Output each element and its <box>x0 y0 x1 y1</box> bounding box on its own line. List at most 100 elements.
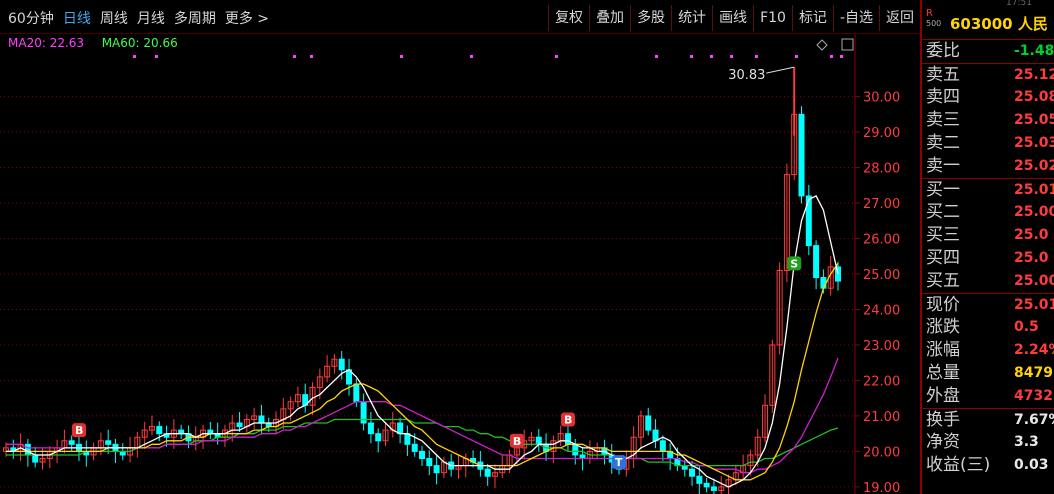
quote-value: 25.02 <box>1014 158 1054 174</box>
period-tab-1[interactable]: 日线 <box>63 11 91 27</box>
quote-row: 卖一 25.02 <box>922 155 1054 178</box>
quote-label: 涨跌 <box>926 317 960 337</box>
y-tick-label: 22.00 <box>863 374 900 389</box>
candle-body <box>353 383 360 403</box>
quote-label: 买五 <box>926 271 960 291</box>
kline-chart[interactable]: MA20: 22.63 MA60: 20.66 30.00 29.00 28.00 2… <box>0 34 920 494</box>
sell-marker-text: S <box>790 257 798 270</box>
quote-label: 卖三 <box>926 110 960 130</box>
y-tick-label: 20.00 <box>863 445 900 460</box>
quote-row: 卖二 25.03 <box>922 132 1054 155</box>
toolbar-button-7[interactable]: -自选 <box>832 5 879 31</box>
period-tab-4[interactable]: 多周期 <box>174 11 216 27</box>
quote-label: 委比 <box>926 41 960 61</box>
event-dot <box>555 55 558 58</box>
period-tab-0[interactable]: 60分钟 <box>8 11 54 27</box>
quote-row: 卖五 25.12 <box>922 63 1054 86</box>
candle-body <box>710 486 717 491</box>
candle-body <box>397 422 404 435</box>
diamond-icon[interactable] <box>816 39 828 51</box>
candle-body <box>426 458 433 467</box>
y-tick-label: 30.00 <box>863 91 900 106</box>
quote-row: 净资 3.3 <box>922 431 1054 454</box>
quote-row: 卖四 25.08 <box>922 86 1054 109</box>
quote-value: 25.03 <box>1014 135 1054 151</box>
quote-value: 25.0 <box>1014 227 1049 243</box>
quote-row: 买三 25.0 <box>922 224 1054 247</box>
candle-body <box>813 245 820 279</box>
toolbar-buttons: 复权 叠加 多股 统计 画线 F10 标记 -自选 返回 <box>548 5 920 31</box>
buy-marker-text: B <box>564 413 572 426</box>
y-tick-label: 27.00 <box>863 197 900 212</box>
quote-row: 外盘 47321 <box>922 385 1054 408</box>
toolbar-button-2[interactable]: 多股 <box>630 5 671 31</box>
toolbar-button-1[interactable]: 叠加 <box>589 5 630 31</box>
event-dot <box>655 55 658 58</box>
candle-body <box>338 358 345 371</box>
period-tab-2[interactable]: 周线 <box>100 11 128 27</box>
candle-body <box>652 429 659 442</box>
quote-value: 47321 <box>1014 388 1054 404</box>
candle-body <box>572 443 579 456</box>
candle-body <box>484 468 491 477</box>
quote-label: 买三 <box>926 225 960 245</box>
candle-body <box>535 436 542 445</box>
quote-row: 涨幅 2.24% <box>922 339 1054 362</box>
candle-body <box>689 468 696 477</box>
quote-value: 25.00 <box>1014 204 1054 220</box>
toolbar-button-8[interactable]: 返回 <box>879 5 920 31</box>
toolbar-button-0[interactable]: 复权 <box>548 5 589 31</box>
quote-row: 买二 25.00 <box>922 201 1054 224</box>
toolbar-button-5[interactable]: F10 <box>753 5 792 31</box>
quote-value: 25.01 <box>1014 182 1054 198</box>
y-tick-label: 21.00 <box>863 410 900 425</box>
quote-row: 买五 25.00 <box>922 270 1054 293</box>
period-tab-5[interactable]: 更多 > <box>225 11 269 27</box>
toolbar-button-6[interactable]: 标记 <box>791 5 833 31</box>
r-icon: R 500 <box>926 8 942 29</box>
buy-marker-text: B <box>513 435 521 448</box>
event-dot <box>795 55 798 58</box>
quote-value: 25.08 <box>1014 89 1054 105</box>
quote-row: 买四 25.0 <box>922 247 1054 270</box>
quote-label: 净资 <box>926 432 960 452</box>
quote-value: 25.00 <box>1014 273 1054 289</box>
panel-toggle-icon[interactable] <box>841 38 854 51</box>
event-dot <box>470 55 473 58</box>
quote-value: 3.3 <box>1014 434 1039 450</box>
quote-row: 买一 25.01 <box>922 178 1054 201</box>
quote-row: 换手 7.67% <box>922 408 1054 431</box>
toolbar-button-4[interactable]: 画线 <box>712 5 753 31</box>
candle-body <box>433 465 440 474</box>
candle-body <box>236 422 243 428</box>
event-dot <box>755 55 758 58</box>
candle-body <box>703 482 710 488</box>
event-dot <box>690 55 693 58</box>
quote-value: 84796 <box>1014 365 1054 381</box>
candle-body <box>645 415 652 431</box>
event-dot <box>133 55 136 58</box>
period-tabs: 60分钟 日线 周线 月线 多周期 更多 > <box>8 8 278 28</box>
quote-label: 收益(三) <box>926 455 991 475</box>
candle-body <box>419 450 425 460</box>
candle-body <box>564 433 571 445</box>
quote-value: 0.5 <box>1014 319 1039 335</box>
stock-code[interactable]: 603000 人民 <box>950 13 1048 34</box>
event-dot <box>293 55 296 58</box>
event-dot <box>830 55 833 58</box>
quote-label: 买四 <box>926 248 960 268</box>
quote-label: 买二 <box>926 202 960 222</box>
quote-label: 涨幅 <box>926 340 960 360</box>
period-tab-3[interactable]: 月线 <box>137 11 165 27</box>
candle-body <box>404 433 411 445</box>
quote-label: 卖二 <box>926 133 960 153</box>
event-dot <box>400 55 403 58</box>
y-tick-label: 25.00 <box>863 268 900 283</box>
y-tick-label: 26.00 <box>863 233 900 248</box>
kline-svg: 30.00 29.00 28.00 27.00 26.00 25.00 24.00 23.00… <box>0 34 900 494</box>
quote-label: 换手 <box>926 410 960 430</box>
t-marker-text: T <box>615 456 623 469</box>
toolbar-button-3[interactable]: 统计 <box>671 5 712 31</box>
y-tick-label: 24.00 <box>863 303 900 318</box>
event-dot <box>310 55 313 58</box>
